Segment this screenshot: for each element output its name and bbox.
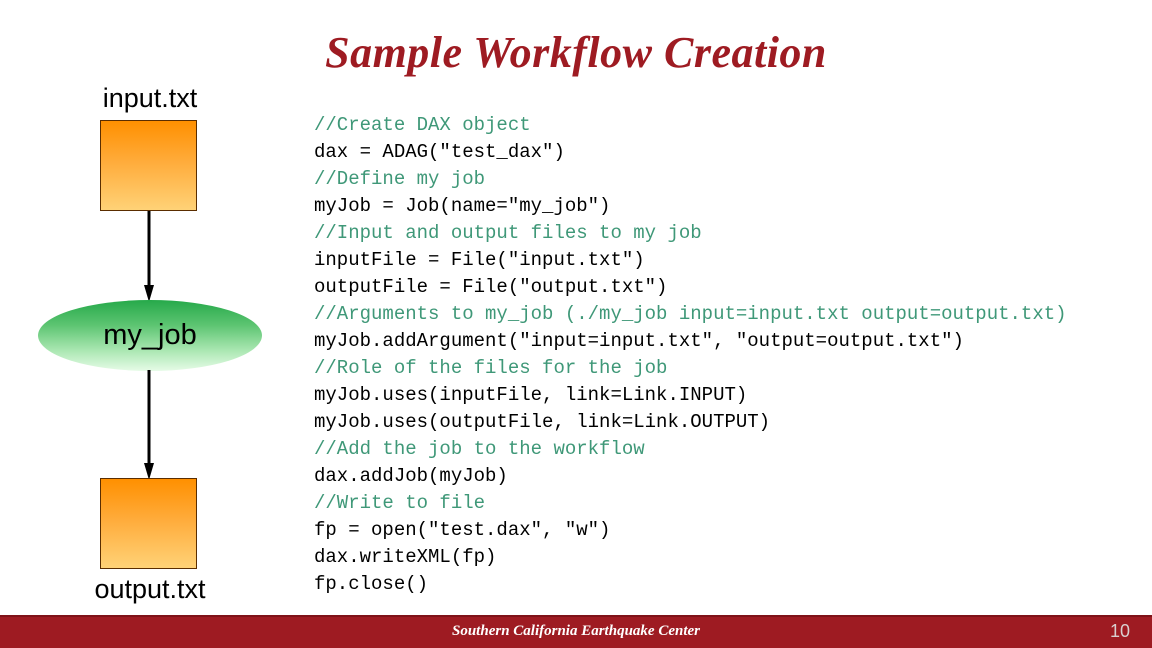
code-comment-line: //Create DAX object — [314, 114, 531, 136]
footer-organization-name: Southern California Earthquake Center — [452, 623, 700, 639]
code-line: myJob = Job(name="my_job") — [314, 195, 611, 217]
code-line: inputFile = File("input.txt") — [314, 249, 645, 271]
workflow-diagram: input.txt my_job output.txt — [0, 70, 300, 615]
edge-job-to-output-arrow — [144, 370, 154, 480]
code-comment-line: //Add the job to the workflow — [314, 438, 645, 460]
output-file-label: output.txt — [94, 574, 206, 604]
code-line: myJob.addArgument("input=input.txt", "ou… — [314, 330, 964, 352]
code-line: outputFile = File("output.txt") — [314, 276, 668, 298]
input-file-node[interactable] — [100, 120, 197, 211]
code-comment-line: //Input and output files to my job — [314, 222, 702, 244]
code-line: dax = ADAG("test_dax") — [314, 141, 565, 163]
code-line: fp.close() — [314, 573, 429, 595]
code-line: fp = open("test.dax", "w") — [314, 519, 611, 541]
code-line: myJob.uses(outputFile, link=Link.OUTPUT) — [314, 411, 771, 433]
output-file-node[interactable] — [100, 478, 197, 569]
code-listing: //Create DAX object dax = ADAG("test_dax"… — [314, 112, 1150, 598]
code-comment-line: //Role of the files for the job — [314, 357, 668, 379]
page-number: 10 — [1109, 621, 1130, 641]
edge-input-to-job-arrow — [144, 211, 154, 302]
job-node[interactable]: my_job — [38, 300, 262, 371]
code-line: myJob.uses(inputFile, link=Link.INPUT) — [314, 384, 748, 406]
code-line: dax.addJob(myJob) — [314, 465, 508, 487]
code-comment-line: //Arguments to my_job (./my_job input=in… — [314, 303, 1067, 325]
footer-bar: Southern California Earthquake Center 10 — [0, 615, 1152, 648]
job-node-label: my_job — [103, 319, 197, 351]
code-comment-line: //Write to file — [314, 492, 486, 514]
input-file-label: input.txt — [102, 83, 198, 113]
code-line: dax.writeXML(fp) — [314, 546, 497, 568]
code-comment-line: //Define my job — [314, 168, 486, 190]
